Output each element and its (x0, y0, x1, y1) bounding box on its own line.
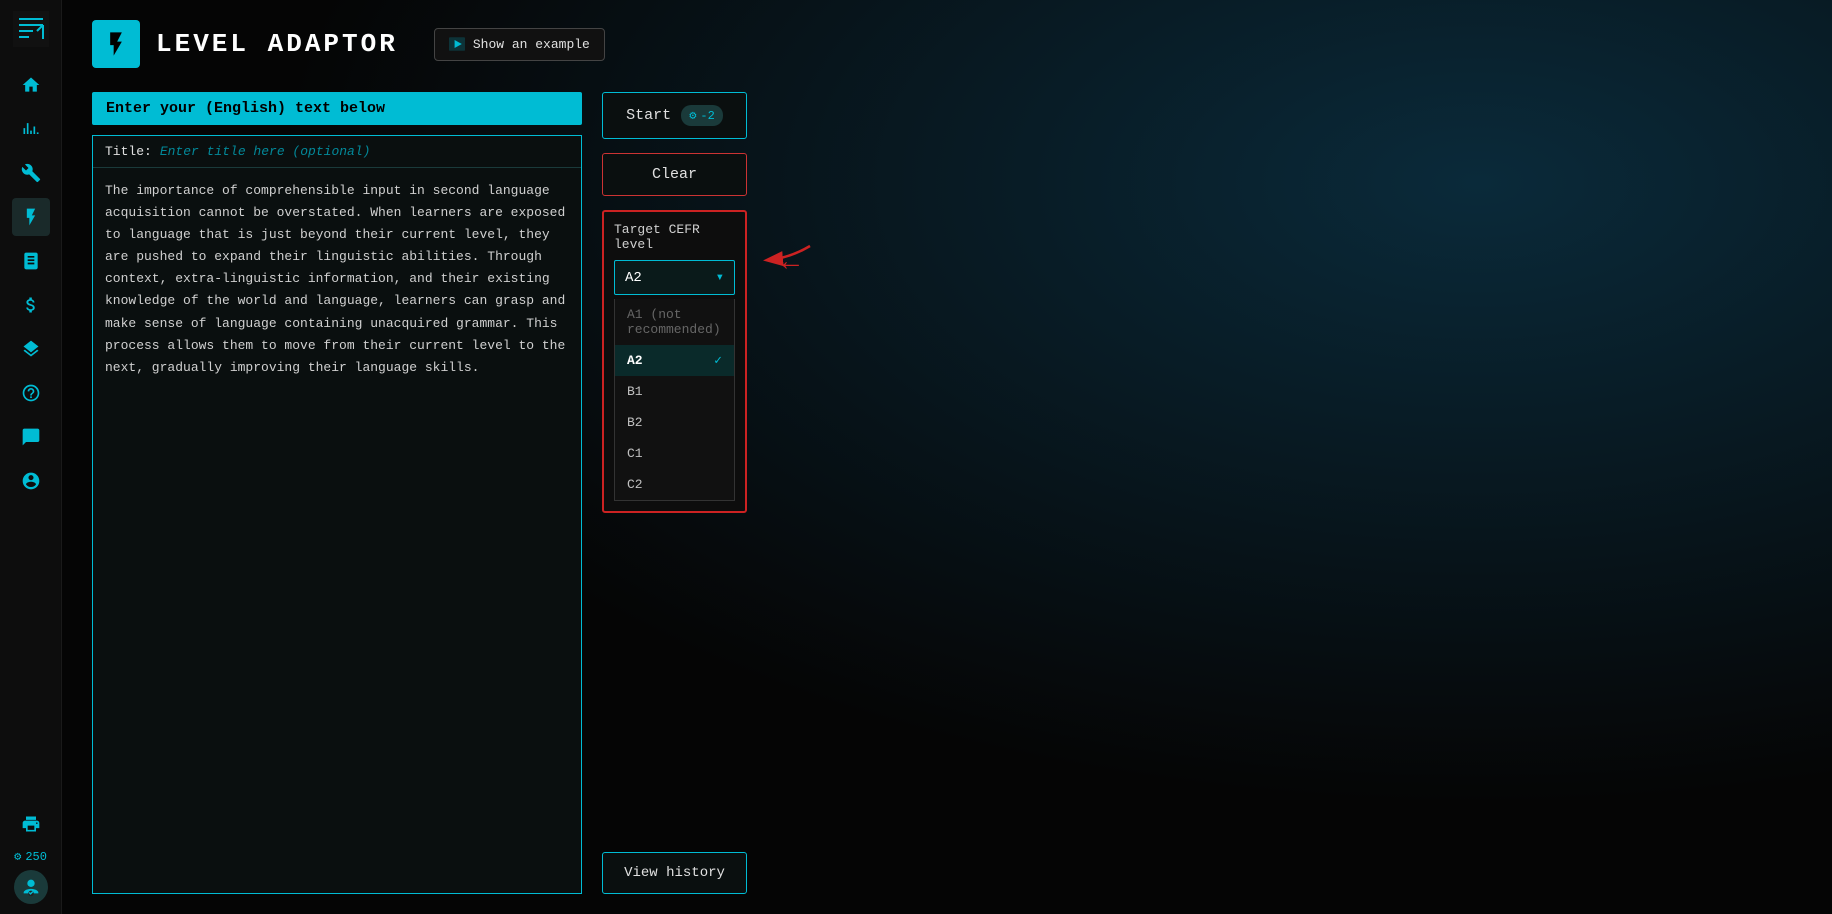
cefr-wrapper: Target CEFR level A2 ▾ A1 (notrecommende… (602, 210, 747, 513)
cefr-select-display[interactable]: A2 ▾ (614, 260, 735, 295)
cefr-option-a1[interactable]: A1 (notrecommended) (615, 299, 734, 345)
cefr-selected-value: A2 (625, 270, 642, 286)
cefr-option-a2-label: A2 (627, 353, 643, 368)
chevron-down-icon: ▾ (716, 269, 724, 286)
home-icon (21, 75, 41, 95)
sidebar-item-analytics[interactable] (12, 110, 50, 148)
start-label: Start (626, 107, 671, 124)
cefr-option-c1-label: C1 (627, 446, 643, 461)
header: LEVEL ADAPTOR Show an example (92, 20, 1802, 68)
sidebar-item-library[interactable] (12, 242, 50, 280)
user-avatar[interactable] (14, 870, 48, 904)
cefr-option-c2-label: C2 (627, 477, 643, 492)
cefr-option-b2-label: B2 (627, 415, 643, 430)
credit-badge: ⚙ -2 (681, 105, 723, 126)
title-bar: Title: (93, 136, 581, 168)
header-icon (102, 30, 130, 58)
sidebar-item-pricing[interactable] (12, 286, 50, 324)
cefr-option-b1-label: B1 (627, 384, 643, 399)
cefr-option-a2[interactable]: A2 ✓ (615, 345, 734, 376)
credits-value: 250 (25, 850, 47, 864)
title-label: Title: (105, 144, 152, 159)
user-icon (21, 471, 41, 491)
credit-icon: ⚙ (689, 108, 696, 123)
cefr-option-c2[interactable]: C2 (615, 469, 734, 500)
text-panel: Enter your (English) text below Title: T… (92, 92, 582, 894)
cefr-option-b2[interactable]: B2 (615, 407, 734, 438)
header-icon-box (92, 20, 140, 68)
chat-icon (21, 427, 41, 447)
sidebar-logo (12, 10, 50, 48)
cefr-section: Target CEFR level A2 ▾ A1 (notrecommende… (602, 210, 747, 513)
clear-label: Clear (652, 166, 697, 183)
tools-icon (21, 163, 41, 183)
analytics-icon (21, 119, 41, 139)
show-example-button[interactable]: Show an example (434, 28, 605, 61)
print-icon (21, 814, 41, 834)
sidebar-item-tools[interactable] (12, 154, 50, 192)
sidebar-item-print[interactable] (12, 805, 50, 843)
text-area[interactable]: The importance of comprehensible input i… (93, 168, 581, 893)
show-example-icon (449, 37, 465, 51)
cefr-option-a1-label: A1 (notrecommended) (627, 307, 721, 337)
avatar-icon (20, 876, 42, 898)
sidebar-item-stack[interactable] (12, 330, 50, 368)
clear-button[interactable]: Clear (602, 153, 747, 196)
library-icon (21, 251, 41, 271)
sidebar-item-level-adaptor[interactable] (12, 198, 50, 236)
cefr-label: Target CEFR level (614, 222, 735, 252)
show-example-label: Show an example (473, 37, 590, 52)
view-history-label: View history (624, 865, 725, 881)
sidebar-credits-section: ⚙ 250 (12, 805, 50, 904)
cefr-option-b1[interactable]: B1 (615, 376, 734, 407)
credit-value: -2 (700, 109, 714, 123)
app-logo-icon (13, 11, 49, 47)
pricing-icon (21, 295, 41, 315)
right-controls: Start ⚙ -2 Clear Target CEFR level A2 ▾ (602, 92, 747, 894)
input-section: Enter your (English) text below Title: T… (92, 92, 1802, 894)
credits-icon: ⚙ (14, 849, 21, 864)
sidebar-item-help[interactable] (12, 374, 50, 412)
sidebar: ⚙ 250 (0, 0, 62, 914)
view-history-button[interactable]: View history (602, 852, 747, 894)
sidebar-item-home[interactable] (12, 66, 50, 104)
checkmark-icon: ✓ (714, 353, 722, 368)
arrow-svg (760, 238, 815, 278)
sidebar-item-chat[interactable] (12, 418, 50, 456)
cefr-option-c1[interactable]: C1 (615, 438, 734, 469)
page-title: LEVEL ADAPTOR (156, 29, 398, 59)
level-adaptor-icon (21, 207, 41, 227)
main-content: LEVEL ADAPTOR Show an example Enter your… (62, 0, 1832, 914)
text-editor-container: Title: The importance of comprehensible … (92, 135, 582, 894)
sidebar-item-user[interactable] (12, 462, 50, 500)
start-button[interactable]: Start ⚙ -2 (602, 92, 747, 139)
cefr-dropdown: A1 (notrecommended) A2 ✓ B1 B2 (614, 299, 735, 501)
stack-icon (21, 339, 41, 359)
credits-display: ⚙ 250 (14, 849, 47, 864)
help-icon (21, 383, 41, 403)
title-input[interactable] (160, 144, 569, 159)
enter-text-label: Enter your (English) text below (92, 92, 582, 125)
